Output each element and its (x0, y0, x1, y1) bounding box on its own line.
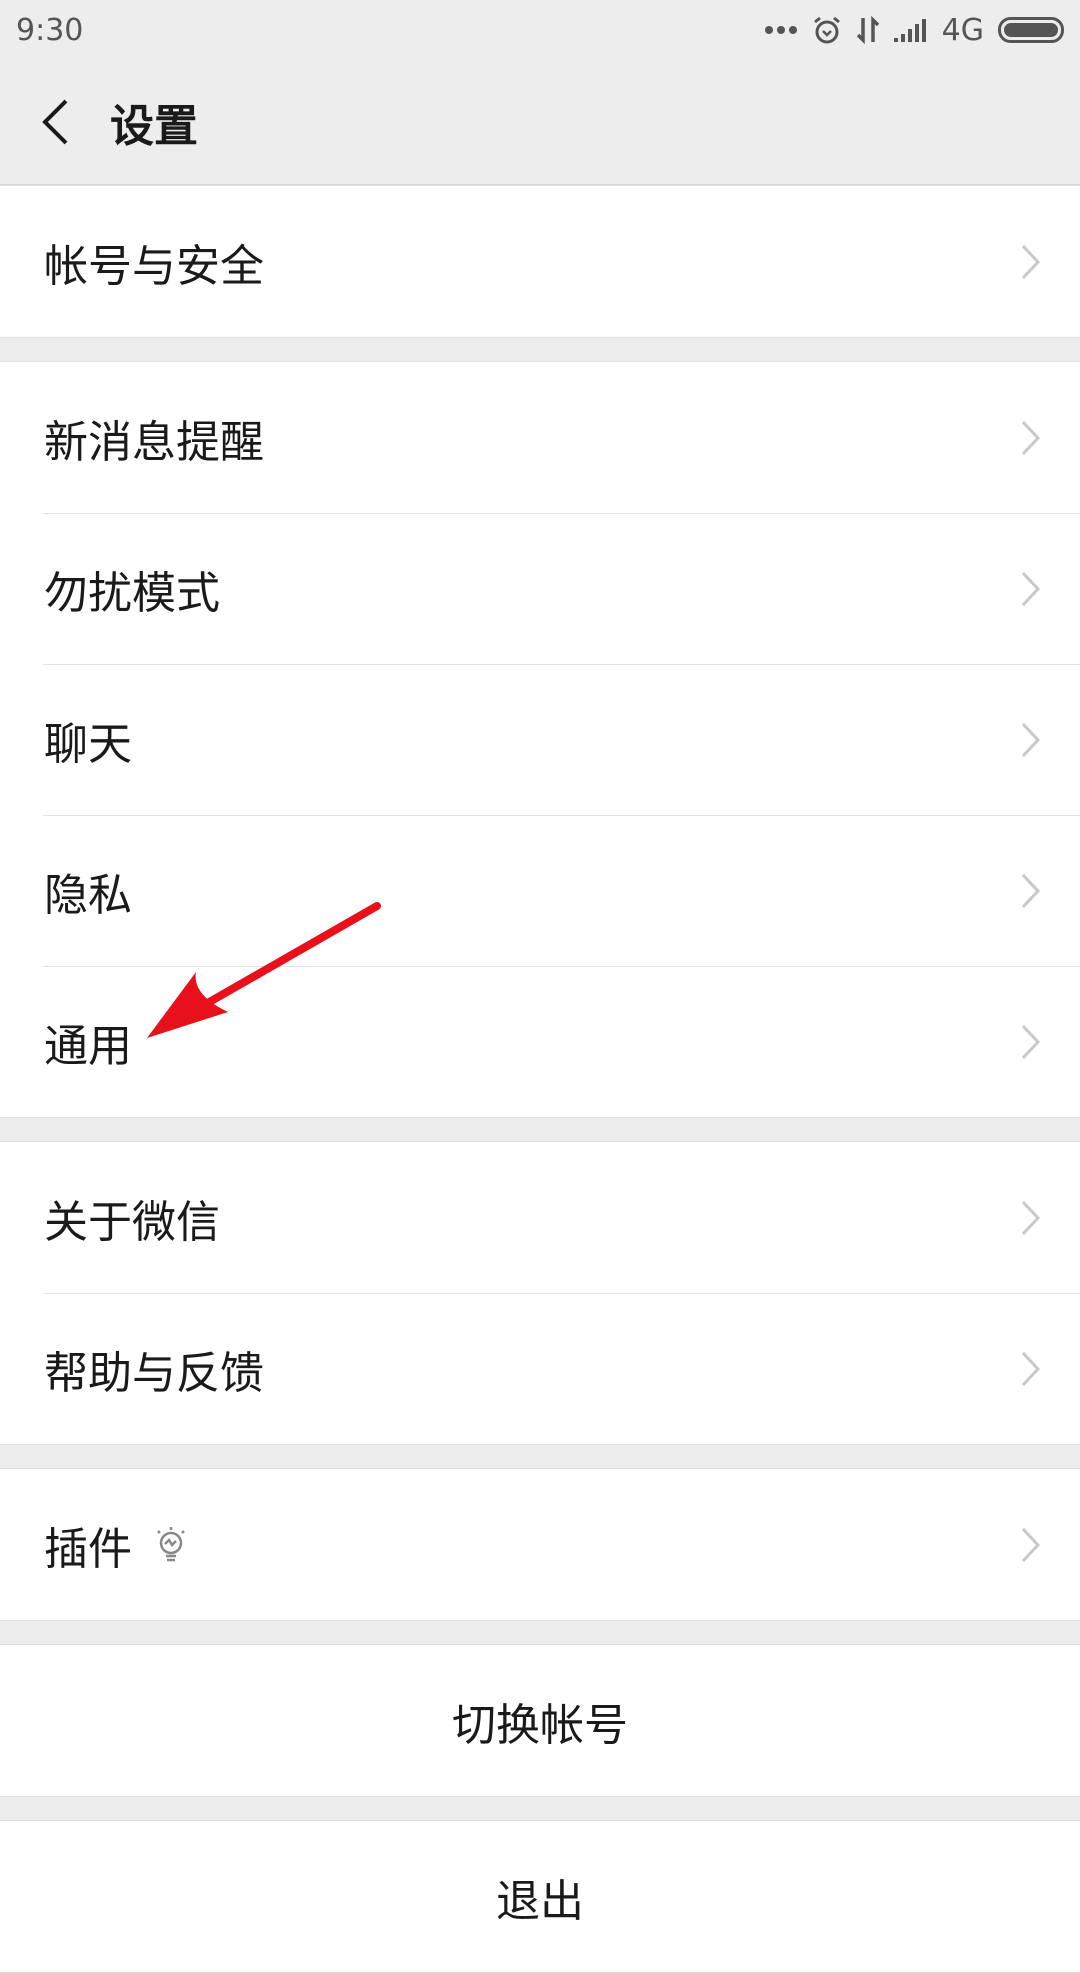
annotation-arrow (147, 902, 381, 1038)
